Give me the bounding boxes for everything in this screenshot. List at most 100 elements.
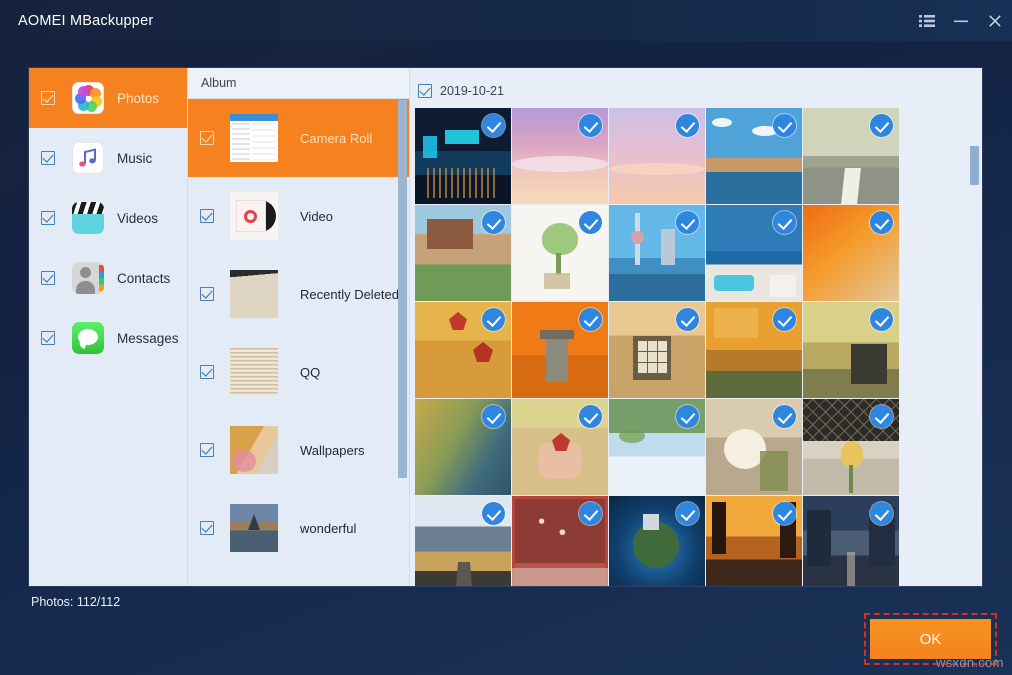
date-group-checkbox[interactable] — [418, 84, 432, 98]
album-column-header: Album — [188, 68, 409, 99]
photo-selected-badge[interactable] — [676, 211, 699, 234]
minimize-button[interactable] — [944, 0, 978, 41]
photo-thumbnail[interactable] — [706, 302, 802, 398]
photo-selected-badge[interactable] — [676, 502, 699, 525]
album-item-wallpapers[interactable]: Wallpapers — [188, 411, 409, 489]
photo-grid-scrollbar-thumb[interactable] — [970, 146, 979, 185]
photo-thumbnail[interactable] — [803, 496, 899, 586]
photo-selected-badge[interactable] — [870, 308, 893, 331]
photo-thumbnail[interactable] — [415, 302, 511, 398]
sidebar-item-contacts[interactable]: Contacts — [29, 248, 187, 308]
photo-thumbnail[interactable] — [803, 399, 899, 495]
album-checkbox[interactable] — [200, 365, 214, 379]
album-scrollbar-thumb[interactable] — [398, 100, 407, 478]
photo-selected-badge[interactable] — [579, 211, 602, 234]
list-menu-button[interactable] — [910, 0, 944, 41]
photo-selected-badge[interactable] — [676, 114, 699, 137]
photo-selected-badge[interactable] — [773, 308, 796, 331]
photo-thumbnail[interactable] — [609, 108, 705, 204]
sidebar-item-photos[interactable]: Photos — [29, 68, 187, 128]
sidebar-item-music[interactable]: Music — [29, 128, 187, 188]
photo-thumbnail[interactable] — [512, 302, 608, 398]
date-group-header: 2019-10-21 — [418, 81, 982, 100]
photo-thumbnail[interactable] — [415, 108, 511, 204]
photo-selected-badge[interactable] — [579, 308, 602, 331]
album-item-camera-roll[interactable]: Camera Roll — [188, 99, 409, 177]
photo-grid — [415, 108, 982, 586]
photo-thumbnail[interactable] — [512, 205, 608, 301]
photo-thumbnail[interactable] — [415, 399, 511, 495]
photos-icon — [72, 82, 104, 114]
sidebar-item-label: Contacts — [117, 271, 170, 286]
photo-thumbnail[interactable] — [706, 496, 802, 586]
photo-thumbnail[interactable] — [609, 399, 705, 495]
sidebar-item-label: Photos — [117, 91, 159, 106]
photo-selected-badge[interactable] — [870, 211, 893, 234]
album-item-video[interactable]: Video — [188, 177, 409, 255]
photo-selected-badge[interactable] — [579, 502, 602, 525]
photo-selected-badge[interactable] — [870, 405, 893, 428]
photo-thumbnail[interactable] — [706, 399, 802, 495]
sidebar-item-videos[interactable]: Videos — [29, 188, 187, 248]
photo-thumbnail[interactable] — [803, 205, 899, 301]
photo-thumbnail[interactable] — [706, 205, 802, 301]
photo-selected-badge[interactable] — [773, 211, 796, 234]
photo-thumbnail[interactable] — [415, 496, 511, 586]
photo-selected-badge[interactable] — [773, 502, 796, 525]
album-checkbox[interactable] — [200, 521, 214, 535]
photo-selected-badge[interactable] — [773, 114, 796, 137]
album-item-label: wonderful — [300, 521, 356, 536]
photo-selected-badge[interactable] — [482, 405, 505, 428]
photo-selected-badge[interactable] — [579, 405, 602, 428]
photo-thumbnail[interactable] — [803, 302, 899, 398]
album-checkbox[interactable] — [200, 287, 214, 301]
photo-selected-badge[interactable] — [482, 211, 505, 234]
photo-selected-badge[interactable] — [676, 405, 699, 428]
videos-checkbox[interactable] — [41, 211, 55, 225]
ok-button[interactable]: OK — [870, 619, 991, 659]
window-controls — [910, 0, 1012, 41]
date-label: 2019-10-21 — [440, 84, 504, 98]
photo-thumbnail[interactable] — [609, 205, 705, 301]
watermark: wsxdn.com — [936, 655, 1004, 670]
photo-selected-badge[interactable] — [482, 114, 505, 137]
album-item-label: QQ — [300, 365, 320, 380]
category-sidebar: Photos Music Videos — [29, 68, 188, 586]
status-text: Photos: 112/112 — [31, 595, 120, 609]
photo-selected-badge[interactable] — [482, 502, 505, 525]
photo-selected-badge[interactable] — [482, 308, 505, 331]
music-checkbox[interactable] — [41, 151, 55, 165]
messages-icon — [72, 322, 104, 354]
album-checkbox[interactable] — [200, 443, 214, 457]
photo-thumbnail[interactable] — [609, 302, 705, 398]
photo-selected-badge[interactable] — [773, 405, 796, 428]
contacts-icon — [72, 262, 104, 294]
photo-selected-badge[interactable] — [870, 502, 893, 525]
photo-thumbnail[interactable] — [512, 399, 608, 495]
photo-thumbnail[interactable] — [706, 108, 802, 204]
sidebar-item-label: Messages — [117, 331, 179, 346]
photo-thumbnail[interactable] — [803, 108, 899, 204]
album-checkbox[interactable] — [200, 209, 214, 223]
album-thumbnail — [230, 270, 278, 318]
photo-thumbnail[interactable] — [415, 205, 511, 301]
sidebar-item-label: Videos — [117, 211, 158, 226]
album-item-qq[interactable]: QQ — [188, 333, 409, 411]
sidebar-item-messages[interactable]: Messages — [29, 308, 187, 368]
photo-thumbnail[interactable] — [512, 108, 608, 204]
messages-checkbox[interactable] — [41, 331, 55, 345]
album-item-recently-deleted[interactable]: Recently Deleted — [188, 255, 409, 333]
album-checkbox[interactable] — [200, 131, 214, 145]
album-thumbnail — [230, 192, 278, 240]
photos-checkbox[interactable] — [41, 91, 55, 105]
contacts-checkbox[interactable] — [41, 271, 55, 285]
photo-thumbnail[interactable] — [512, 496, 608, 586]
photo-selected-badge[interactable] — [579, 114, 602, 137]
minimize-icon — [953, 14, 969, 28]
album-item-wonderful[interactable]: wonderful — [188, 489, 409, 567]
album-thumbnail — [230, 504, 278, 552]
photo-selected-badge[interactable] — [676, 308, 699, 331]
photo-thumbnail[interactable] — [609, 496, 705, 586]
photo-selected-badge[interactable] — [870, 114, 893, 137]
close-button[interactable] — [978, 0, 1012, 41]
